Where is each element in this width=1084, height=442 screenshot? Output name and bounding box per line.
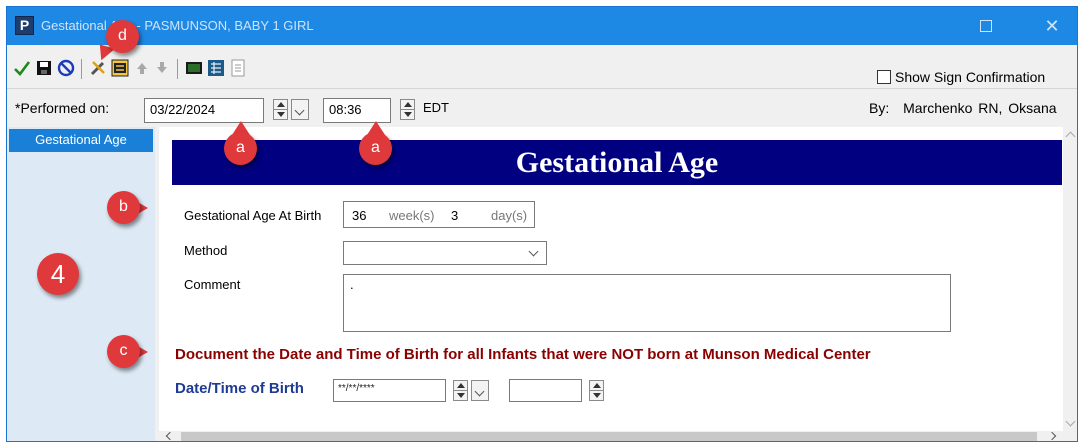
ga-weeks-unit: week(s) bbox=[389, 208, 435, 223]
ga-days-value[interactable]: 3 bbox=[451, 208, 458, 223]
show-sign-confirmation[interactable]: Show Sign Confirmation bbox=[877, 69, 1045, 85]
scroll-up-icon[interactable] bbox=[1065, 131, 1076, 142]
ga-days-unit: day(s) bbox=[491, 208, 528, 223]
method-select[interactable] bbox=[343, 241, 547, 265]
birth-date-dropdown-button[interactable] bbox=[471, 380, 489, 401]
arrow-up-icon[interactable] bbox=[133, 59, 151, 77]
grid-icon[interactable] bbox=[207, 59, 225, 77]
horizontal-scrollbar[interactable] bbox=[159, 431, 1063, 441]
callout-4: 4 bbox=[37, 253, 79, 295]
arrow-down-icon[interactable] bbox=[153, 59, 171, 77]
document-icon[interactable] bbox=[229, 59, 247, 77]
close-button[interactable]: ✕ bbox=[1041, 15, 1063, 37]
timezone-label: EDT bbox=[423, 100, 449, 115]
ga-weeks-value[interactable]: 36 bbox=[352, 208, 366, 223]
form-banner-title: Gestational Age bbox=[172, 140, 1062, 185]
callout-a-date: a bbox=[224, 132, 257, 165]
scroll-down-icon[interactable] bbox=[1065, 416, 1076, 427]
ga-at-birth-label: Gestational Age At Birth bbox=[184, 208, 322, 223]
scroll-right-icon[interactable] bbox=[1047, 431, 1057, 441]
checkmark-icon[interactable] bbox=[13, 59, 31, 77]
performed-time-input[interactable]: 08:36 bbox=[323, 98, 391, 123]
toolbar-separator bbox=[177, 59, 178, 79]
performed-on-label: *Performed on: bbox=[15, 100, 110, 116]
show-sign-confirmation-label: Show Sign Confirmation bbox=[895, 69, 1046, 85]
by-label: By: bbox=[869, 100, 890, 116]
performed-by: By: Marchenko RN, Oksana bbox=[869, 100, 1057, 116]
window: P Gestational Age - PASMUNSON, BABY 1 GI… bbox=[6, 6, 1078, 442]
birth-datetime-label: Date/Time of Birth bbox=[175, 380, 304, 397]
date-dropdown-button[interactable] bbox=[291, 99, 309, 120]
app-icon: P bbox=[15, 16, 34, 35]
callout-d: d bbox=[106, 20, 139, 53]
vertical-scrollbar[interactable] bbox=[1063, 127, 1077, 431]
toolbar: Show Sign Confirmation bbox=[7, 45, 1077, 89]
cancel-icon[interactable] bbox=[57, 59, 75, 77]
performed-date-input[interactable]: 03/22/2024 bbox=[144, 98, 264, 123]
maximize-button[interactable] bbox=[975, 15, 997, 37]
tools-icon[interactable] bbox=[89, 59, 107, 77]
toolbar-separator bbox=[81, 59, 82, 79]
birth-date-spinner[interactable] bbox=[453, 380, 468, 401]
comment-label: Comment bbox=[184, 277, 241, 292]
calculator-form-icon[interactable] bbox=[111, 59, 129, 77]
section-nav: Gestational Age bbox=[7, 127, 155, 441]
form-content: Gestational Age Gestational Age At Birth… bbox=[159, 127, 1063, 431]
callout-c: c bbox=[107, 335, 140, 368]
birth-documentation-notice: Document the Date and Time of Birth for … bbox=[175, 346, 871, 363]
callout-a-time: a bbox=[359, 132, 392, 165]
method-label: Method bbox=[184, 243, 228, 258]
comment-textarea[interactable]: . bbox=[343, 274, 951, 332]
performed-on-row: *Performed on: 03/22/2024 08:36 EDT By: … bbox=[7, 89, 1077, 127]
sidebar-item-gestational-age[interactable]: Gestational Age bbox=[9, 129, 153, 152]
ga-at-birth-input[interactable]: 36 week(s) 3 day(s) bbox=[343, 201, 535, 228]
maximize-icon bbox=[980, 19, 992, 32]
terminal-icon[interactable] bbox=[185, 59, 203, 77]
by-name: Marchenko RN, Oksana bbox=[903, 100, 1057, 116]
horizontal-scroll-thumb[interactable] bbox=[181, 432, 1037, 441]
save-icon[interactable] bbox=[35, 59, 53, 77]
time-spinner[interactable] bbox=[400, 99, 415, 120]
window-title: Gestational Age - PASMUNSON, BABY 1 GIRL bbox=[41, 18, 314, 33]
date-spinner[interactable] bbox=[273, 99, 288, 120]
birth-time-input[interactable] bbox=[509, 379, 582, 402]
show-sign-confirmation-checkbox[interactable] bbox=[877, 70, 891, 84]
callout-b: b bbox=[107, 191, 140, 224]
title-bar: P Gestational Age - PASMUNSON, BABY 1 GI… bbox=[7, 7, 1077, 45]
birth-time-spinner[interactable] bbox=[589, 380, 604, 401]
birth-date-input[interactable]: **/**/**** bbox=[333, 379, 446, 402]
scroll-left-icon[interactable] bbox=[165, 431, 175, 441]
